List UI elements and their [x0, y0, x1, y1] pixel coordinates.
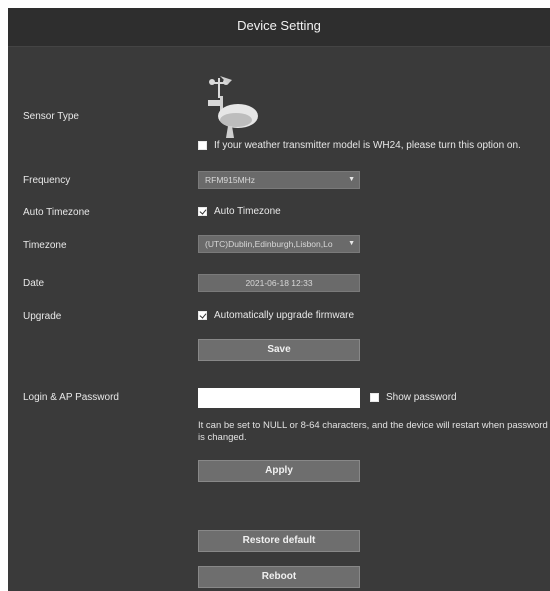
show-password-text: Show password: [386, 392, 457, 403]
auto-timezone-label: Auto Timezone: [23, 207, 90, 218]
auto-upgrade-option[interactable]: Automatically upgrade firmware: [198, 310, 354, 321]
password-note: It can be set to NULL or 8-64 characters…: [198, 420, 548, 443]
reboot-button[interactable]: Reboot: [198, 566, 360, 588]
password-label: Login & AP Password: [23, 392, 119, 403]
upgrade-label: Upgrade: [23, 311, 62, 322]
weather-station-icon: [208, 76, 258, 138]
timezone-label: Timezone: [23, 240, 67, 251]
frequency-label: Frequency: [23, 175, 71, 186]
chevron-down-icon: ▼: [348, 176, 355, 183]
auto-upgrade-text: Automatically upgrade firmware: [214, 310, 355, 321]
auto-timezone-checkbox[interactable]: [198, 207, 207, 216]
auto-upgrade-checkbox[interactable]: [198, 311, 207, 320]
device-setting-panel: Device Setting Sensor Type If your weath…: [8, 8, 550, 591]
header-bar: Device Setting: [8, 8, 550, 47]
restore-default-button[interactable]: Restore default: [198, 530, 360, 552]
save-button[interactable]: Save: [198, 339, 360, 361]
wh24-option-text: If your weather transmitter model is WH2…: [214, 140, 521, 151]
date-field[interactable]: 2021-06-18 12:33: [198, 274, 360, 292]
page-title: Device Setting: [237, 18, 321, 33]
timezone-value: (UTC)Dublin,Edinburgh,Lisbon,Lo: [205, 239, 333, 249]
wh24-option[interactable]: If your weather transmitter model is WH2…: [198, 140, 521, 151]
frequency-select[interactable]: RFM915MHz ▼: [198, 171, 360, 189]
timezone-select[interactable]: (UTC)Dublin,Edinburgh,Lisbon,Lo ▼: [198, 235, 360, 253]
show-password-option[interactable]: Show password: [370, 392, 457, 403]
show-password-checkbox[interactable]: [370, 393, 379, 402]
frequency-value: RFM915MHz: [205, 175, 256, 185]
auto-timezone-text: Auto Timezone: [214, 206, 281, 217]
apply-button[interactable]: Apply: [198, 460, 360, 482]
date-label: Date: [23, 278, 45, 289]
password-input[interactable]: [198, 388, 360, 408]
sensor-type-label: Sensor Type: [23, 111, 79, 122]
wh24-checkbox[interactable]: [198, 141, 207, 150]
chevron-down-icon: ▼: [348, 240, 355, 247]
auto-timezone-option[interactable]: Auto Timezone: [198, 206, 281, 217]
